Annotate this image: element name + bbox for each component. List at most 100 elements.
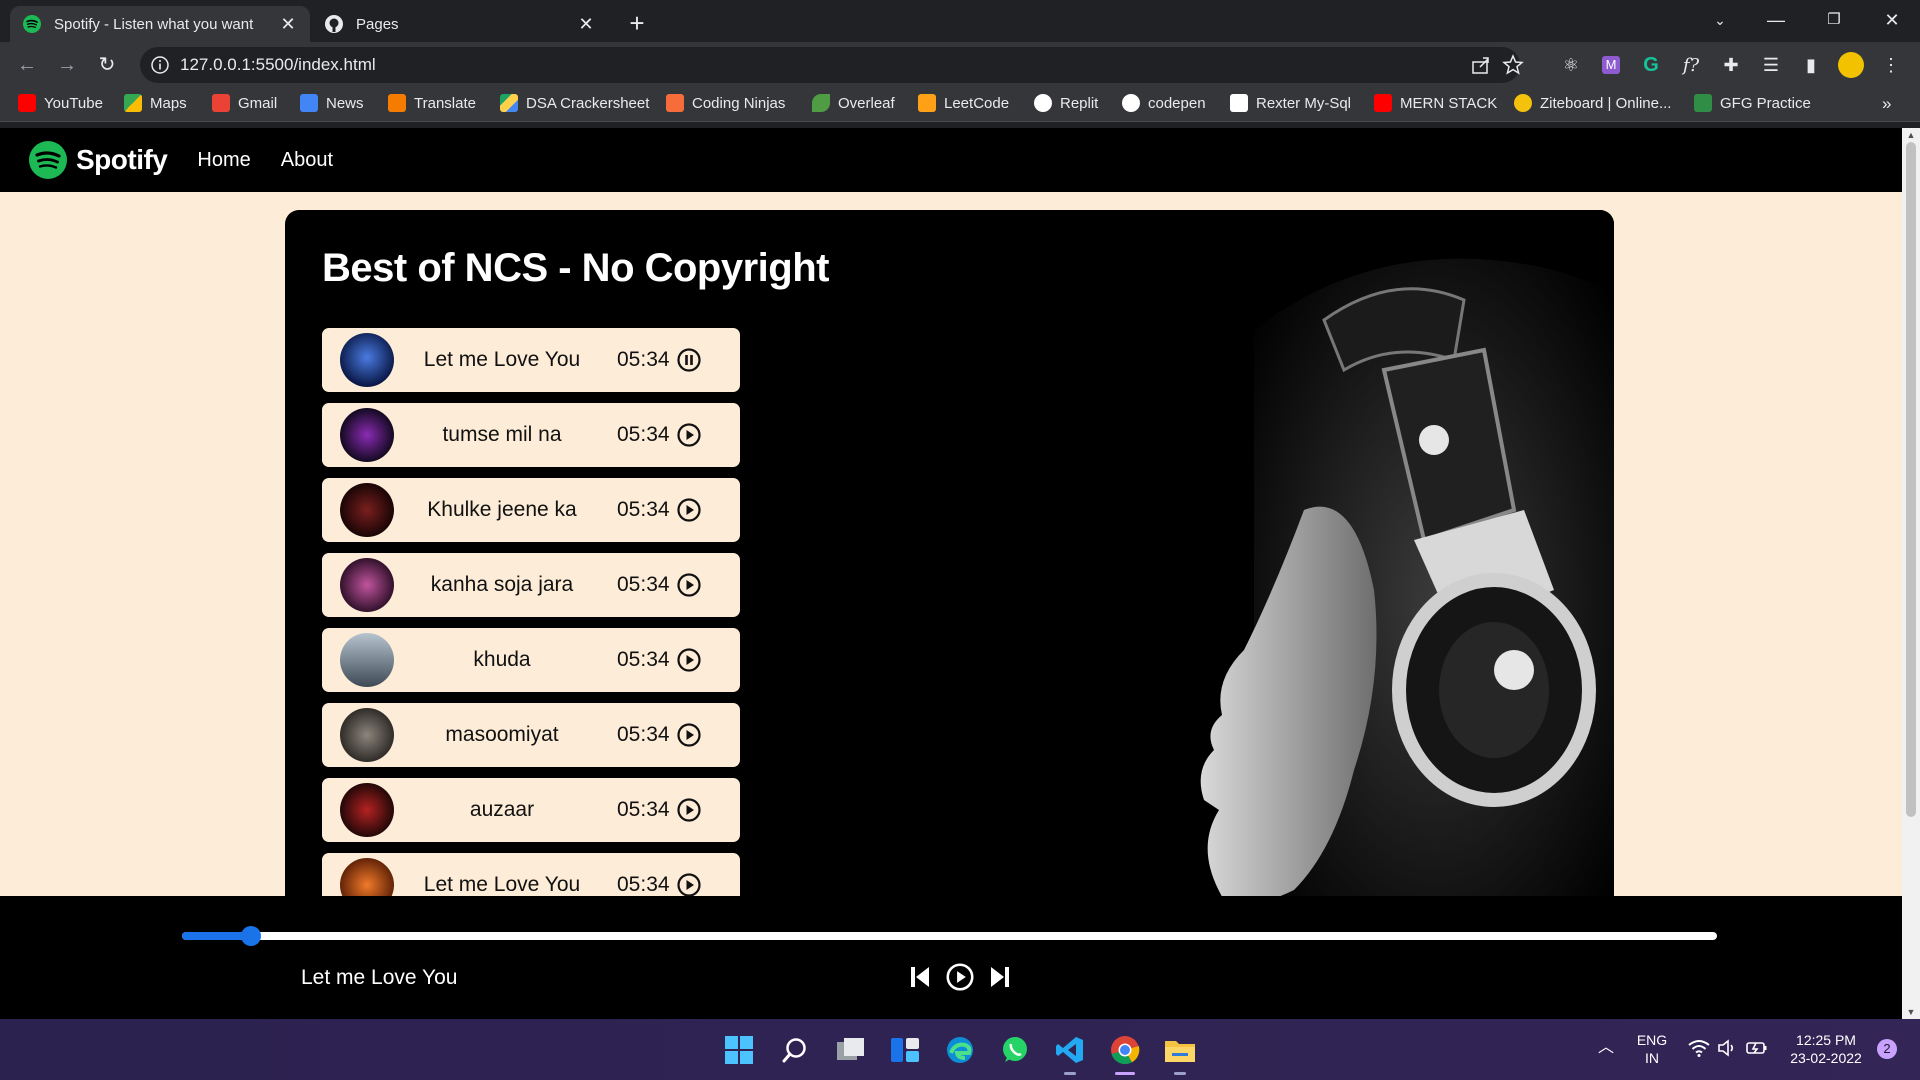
back-icon[interactable]: ←: [12, 50, 42, 80]
bookmark-mern-stack[interactable]: MERN STACK: [1374, 94, 1497, 112]
language-indicator[interactable]: ENG IN: [1630, 1031, 1674, 1067]
progress-handle[interactable]: [241, 926, 262, 946]
song-item[interactable]: masoomiyat 05:34: [322, 703, 740, 767]
song-item[interactable]: kanha soja jara 05:34: [322, 553, 740, 617]
more-bookmarks-icon: »: [1882, 94, 1892, 113]
more-bookmarks-button[interactable]: »: [1882, 94, 1891, 114]
widgets-icon[interactable]: [888, 1033, 922, 1067]
clock[interactable]: 12:25 PM 23-02-2022: [1776, 1031, 1876, 1067]
menu-dots-icon[interactable]: ⋮: [1878, 52, 1904, 78]
nav-home-link[interactable]: Home: [197, 149, 250, 172]
previous-button[interactable]: [905, 962, 935, 992]
play-circle-icon[interactable]: [677, 573, 701, 597]
extensions-puzzle-icon[interactable]: ✚: [1718, 52, 1744, 78]
page-scrollbar[interactable]: ▲ ▼: [1902, 128, 1920, 1019]
whatsapp-icon[interactable]: [998, 1033, 1032, 1067]
song-cover-image: [340, 333, 394, 387]
close-tab-icon[interactable]: ✕: [278, 14, 298, 35]
chrome-icon[interactable]: [1108, 1033, 1142, 1075]
running-indicator: [1064, 1072, 1076, 1075]
play-circle-icon[interactable]: [677, 873, 701, 897]
pause-circle-icon[interactable]: [677, 348, 701, 372]
language-label: ENG: [1636, 1032, 1668, 1048]
bookmark-label: DSA Crackersheet: [526, 94, 650, 112]
song-item[interactable]: khuda 05:34: [322, 628, 740, 692]
extension-m-icon[interactable]: M: [1598, 52, 1624, 78]
wifi-icon[interactable]: [1688, 1039, 1710, 1061]
web-page: Spotify Home About Best of NCS - No Copy…: [0, 128, 1902, 1019]
minimize-button[interactable]: —: [1748, 0, 1804, 40]
play-circle-icon[interactable]: [677, 723, 701, 747]
bookmark-label: Replit: [1060, 94, 1099, 112]
playlist-container: Best of NCS - No Copyright Let me Love Y…: [285, 210, 1614, 1010]
bookmark-maps[interactable]: Maps: [124, 94, 187, 112]
url-input[interactable]: [180, 55, 1180, 75]
bookmark-label: GFG Practice: [1720, 94, 1811, 112]
play-circle-icon[interactable]: [677, 648, 701, 672]
tab-pages[interactable]: Pages ✕: [312, 6, 608, 42]
bookmark-news[interactable]: News: [300, 94, 364, 112]
progress-bar[interactable]: [182, 926, 1717, 946]
close-tab-icon[interactable]: ✕: [576, 14, 596, 35]
scroll-down-arrow[interactable]: ▼: [1902, 1005, 1920, 1019]
song-item[interactable]: auzaar 05:34: [322, 778, 740, 842]
bookmark-dsa-crackersheet[interactable]: DSA Crackersheet: [500, 94, 649, 112]
bookmark-translate[interactable]: Translate: [388, 94, 476, 112]
grammarly-icon[interactable]: G: [1638, 52, 1664, 78]
tab-search-icon[interactable]: ⌄: [1692, 0, 1748, 40]
extension-f-icon[interactable]: f?: [1678, 52, 1704, 78]
bookmark-coding-ninjas[interactable]: Coding Ninjas: [666, 94, 785, 112]
bookmark-gmail[interactable]: Gmail: [212, 94, 277, 112]
search-icon[interactable]: [778, 1033, 812, 1067]
play-button[interactable]: [945, 962, 975, 992]
forward-icon[interactable]: →: [52, 50, 82, 80]
bookmark-replit[interactable]: Replit: [1034, 94, 1098, 112]
overleaf-icon: [812, 94, 830, 112]
bookmark-overleaf[interactable]: Overleaf: [812, 94, 895, 112]
react-devtools-icon[interactable]: ⚛: [1558, 52, 1584, 78]
address-bar[interactable]: [140, 47, 1524, 83]
bookmark-star-icon[interactable]: [1502, 54, 1524, 76]
new-tab-button[interactable]: +: [622, 8, 652, 38]
song-name: Let me Love You: [423, 348, 581, 371]
tab-spotify[interactable]: Spotify - Listen what you want ✕: [10, 6, 310, 42]
side-panel-icon[interactable]: ▮: [1798, 52, 1824, 78]
brand-logo[interactable]: Spotify: [28, 140, 168, 180]
bookmark-label: codepen: [1148, 94, 1206, 112]
next-button[interactable]: [985, 962, 1015, 992]
task-view-icon[interactable]: [834, 1033, 868, 1067]
bookmark-leetcode[interactable]: LeetCode: [918, 94, 1009, 112]
bookmark-ziteboard[interactable]: Ziteboard | Online...: [1514, 94, 1671, 112]
windows-start-icon[interactable]: [722, 1033, 756, 1067]
bookmark-gfg-practice[interactable]: GFG Practice: [1694, 94, 1811, 112]
file-explorer-icon[interactable]: [1163, 1033, 1197, 1075]
edge-icon[interactable]: [943, 1033, 977, 1067]
scroll-up-arrow[interactable]: ▲: [1902, 128, 1920, 142]
volume-icon[interactable]: [1718, 1039, 1738, 1061]
song-item[interactable]: tumse mil na 05:34: [322, 403, 740, 467]
vscode-icon[interactable]: [1053, 1033, 1087, 1075]
reading-list-icon[interactable]: ☰: [1758, 52, 1784, 78]
battery-icon[interactable]: [1746, 1039, 1768, 1061]
reload-icon[interactable]: ↻: [92, 50, 122, 80]
play-circle-icon[interactable]: [677, 498, 701, 522]
play-circle-icon[interactable]: [677, 423, 701, 447]
song-item[interactable]: Let me Love You 05:34: [322, 328, 740, 392]
bookmark-youtube[interactable]: YouTube: [18, 94, 103, 112]
info-icon[interactable]: [150, 55, 170, 75]
nav-about-link[interactable]: About: [281, 149, 333, 172]
song-duration: 05:34: [617, 873, 670, 896]
notification-badge[interactable]: 2: [1877, 1039, 1897, 1059]
song-item[interactable]: Khulke jeene ka 05:34: [322, 478, 740, 542]
bookmark-rexter-mysql[interactable]: Rexter My-Sql: [1230, 94, 1351, 112]
song-duration: 05:34: [617, 798, 670, 821]
close-window-button[interactable]: ✕: [1864, 0, 1920, 40]
restore-button[interactable]: ❐: [1806, 0, 1862, 40]
share-icon[interactable]: [1470, 54, 1492, 76]
play-circle-icon[interactable]: [677, 798, 701, 822]
song-cover-image: [340, 408, 394, 462]
bookmark-codepen[interactable]: codepen: [1122, 94, 1206, 112]
scroll-thumb[interactable]: [1906, 142, 1916, 817]
show-hidden-icons-button[interactable]: ︿: [1598, 1039, 1614, 1057]
profile-avatar[interactable]: [1838, 52, 1864, 78]
